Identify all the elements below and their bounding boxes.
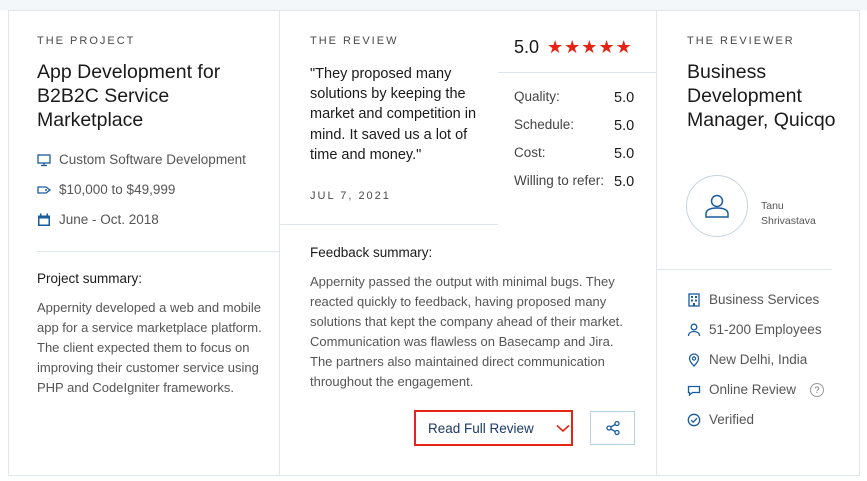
review-divider: [280, 224, 498, 225]
project-service-text: Custom Software Development: [59, 152, 246, 167]
building-icon: [688, 292, 700, 307]
project-section-label: THE PROJECT: [37, 35, 136, 47]
chevron-down-icon: [556, 424, 570, 432]
location-pin-icon: [688, 352, 700, 367]
rating-label-cost: Cost:: [514, 145, 546, 160]
project-budget-text: $10,000 to $49,999: [59, 182, 176, 197]
project-service: Custom Software Development: [37, 152, 246, 167]
rating-value-cost: 5.0: [614, 146, 635, 162]
column-divider: [279, 10, 280, 476]
help-icon[interactable]: ?: [810, 382, 825, 397]
reviewer-verified-text: Verified: [709, 412, 755, 427]
calendar-icon: [38, 213, 50, 226]
reviewer-location: New Delhi, India: [687, 352, 807, 367]
reviewer-review-type-text: Online Review: [709, 382, 797, 397]
top-background: [0, 0, 867, 10]
reviewer-employees-text: 51-200 Employees: [709, 322, 822, 337]
rating-label-quality: Quality:: [514, 89, 560, 104]
feedback-summary: Appernity passed the output with minimal…: [310, 274, 623, 389]
read-full-review-button[interactable]: Read Full Review: [414, 410, 573, 446]
project-summary: Appernity developed a web and mobile app…: [37, 300, 262, 395]
reviewer-industry: Business Services: [687, 292, 819, 307]
reviewer-section-label: THE REVIEWER: [687, 35, 795, 47]
reviewer-location-text: New Delhi, India: [709, 352, 808, 367]
project-summary-label: Project summary:: [37, 271, 143, 286]
avatar: [686, 175, 748, 237]
reviewer-industry-text: Business Services: [709, 292, 820, 307]
share-icon: [605, 420, 620, 436]
review-section-label: THE REVIEW: [310, 35, 399, 47]
project-timeline: June - Oct. 2018: [37, 212, 159, 227]
rating-value-schedule: 5.0: [614, 118, 635, 134]
reviewer-title: Business Development Manager, Quicqo: [687, 61, 836, 131]
feedback-summary-label: Feedback summary:: [310, 245, 433, 260]
price-tag-icon: [37, 185, 51, 194]
project-budget: $10,000 to $49,999: [37, 182, 175, 197]
reviewer-review-type: Online Review ?: [687, 382, 825, 397]
reviewer-name: Tanu Shrivastava: [761, 200, 816, 227]
reviewer-divider: [657, 269, 832, 270]
check-circle-icon: [687, 413, 701, 426]
review-date: JUL 7, 2021: [310, 190, 391, 202]
project-divider: [37, 251, 279, 252]
star-rating-icon: ★★★★★: [547, 37, 633, 57]
person-icon: [687, 323, 701, 336]
reviewer-employees: 51-200 Employees: [687, 322, 822, 337]
rating-value-refer: 5.0: [614, 174, 635, 190]
overall-rating-value: 5.0: [514, 37, 540, 57]
rating-label-schedule: Schedule:: [514, 117, 575, 132]
read-full-review-label: Read Full Review: [428, 420, 534, 436]
column-divider: [656, 10, 657, 476]
review-quote: "They proposed many solutions by keeping…: [310, 66, 477, 163]
rating-value-quality: 5.0: [614, 90, 635, 106]
overall-rating: 5.0 ★★★★★: [514, 37, 633, 58]
project-title: App Development for B2B2C Service Market…: [37, 61, 221, 131]
user-icon: [705, 194, 729, 218]
rating-divider: [498, 72, 656, 73]
chat-bubble-icon: [687, 385, 701, 396]
share-button[interactable]: [590, 411, 635, 445]
project-timeline-text: June - Oct. 2018: [59, 212, 159, 227]
monitor-icon: [37, 153, 51, 166]
rating-label-refer: Willing to refer:: [514, 173, 605, 188]
reviewer-verified: Verified: [687, 412, 754, 427]
